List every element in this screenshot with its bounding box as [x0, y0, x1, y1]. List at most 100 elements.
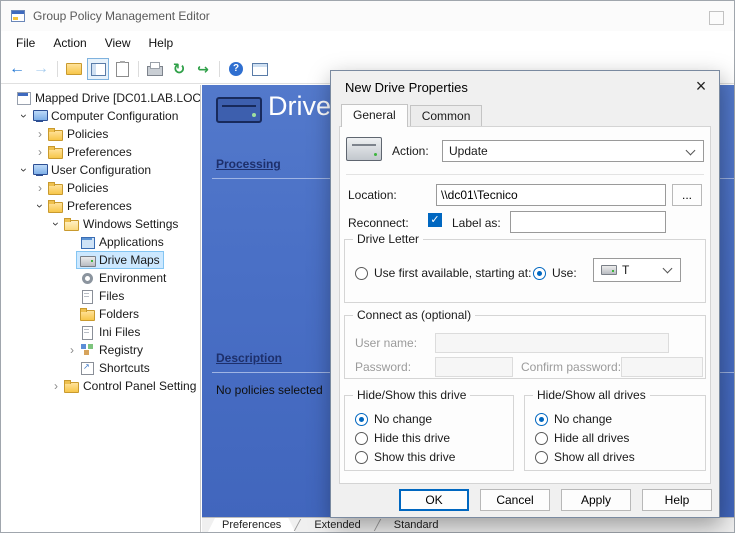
tree-item-label: Shortcuts — [99, 361, 150, 375]
tree-item-environment[interactable]: Environment — [1, 269, 200, 287]
forward-icon[interactable] — [30, 58, 52, 80]
hide-show-all-option-show-all-drives[interactable]: Show all drives — [535, 450, 699, 464]
chevron-down-icon[interactable]: › — [19, 111, 29, 121]
tree-item-label: Windows Settings — [83, 217, 178, 231]
radio-label: Show all drives — [554, 450, 635, 464]
tree-item-applications[interactable]: Applications — [1, 233, 200, 251]
tree-item-body: Mapped Drive [DC01.LAB.LOCA — [13, 90, 201, 106]
tree-item-shortcuts[interactable]: Shortcuts — [1, 359, 200, 377]
hide-show-all-options: No change Hide all drives Show all drives — [535, 412, 699, 464]
tree-item-policies[interactable]: ›Policies — [1, 179, 200, 197]
hide-show-this-option-no-change[interactable]: No change — [355, 412, 507, 426]
blocks-icon — [80, 344, 95, 356]
drive-letter-dropdown[interactable]: T — [593, 258, 681, 282]
ok-button[interactable]: OK — [399, 489, 469, 511]
tree-item-body: Environment — [77, 270, 169, 286]
close-icon[interactable] — [689, 75, 713, 97]
radio-selected-icon — [533, 267, 546, 280]
chevron-right-icon[interactable]: › — [35, 147, 45, 157]
general-tab-page: Action: Update Location: ... Reconnect: … — [339, 126, 711, 484]
chevron-down-icon[interactable]: › — [51, 219, 61, 229]
chevron-down-icon[interactable]: › — [19, 165, 29, 175]
radio-unselected-icon — [535, 451, 548, 464]
chevron-right-icon[interactable]: › — [35, 129, 45, 139]
chevron-down-icon[interactable]: › — [35, 201, 45, 211]
label-as-input[interactable] — [510, 211, 666, 233]
radio-label: Show this drive — [374, 450, 455, 464]
refresh-icon[interactable] — [168, 58, 190, 80]
shortcut-icon — [80, 362, 95, 374]
list-view-icon[interactable] — [249, 58, 271, 80]
bottom-tab-bar: Preferences Extended Standard — [202, 517, 734, 532]
tree-item-control-panel-setting[interactable]: › Control Panel Setting — [1, 377, 200, 395]
maximize-button[interactable] — [709, 11, 724, 25]
tab-common[interactable]: Common — [410, 105, 483, 127]
drive-letter-icon — [601, 265, 617, 275]
description-column-header[interactable]: Description — [216, 351, 282, 365]
menu-item-view[interactable]: View — [96, 32, 140, 54]
radio-label: No change — [554, 412, 612, 426]
chevron-right-icon[interactable]: › — [35, 183, 45, 193]
tree-item-body: Control Panel Setting — [61, 378, 199, 394]
reconnect-checkbox[interactable] — [428, 213, 442, 227]
help-button[interactable]: Help — [642, 489, 712, 511]
export-icon[interactable] — [192, 58, 214, 80]
tab-general[interactable]: General — [341, 104, 408, 127]
tree-item-label: Applications — [99, 235, 164, 249]
apply-button[interactable]: Apply — [561, 489, 631, 511]
location-input[interactable] — [436, 184, 666, 206]
menu-item-help[interactable]: Help — [140, 32, 183, 54]
tree-item-drive-maps[interactable]: Drive Maps — [1, 251, 200, 269]
tree-item-preferences[interactable]: ›Preferences — [1, 143, 200, 161]
tab-extended[interactable]: Extended — [300, 518, 374, 532]
tab-standard[interactable]: Standard — [380, 518, 453, 532]
menu-bar: File Action View Help — [1, 31, 734, 55]
tree-item-body: Preferences — [45, 144, 135, 160]
hide-show-all-option-no-change[interactable]: No change — [535, 412, 699, 426]
tree-item-registry[interactable]: ›Registry — [1, 341, 200, 359]
menu-item-action[interactable]: Action — [44, 32, 95, 54]
console-tree-icon[interactable] — [87, 58, 109, 80]
hide-show-all-group-label: Hide/Show all drives — [533, 388, 650, 402]
tree-item-label: User Configuration — [51, 163, 151, 177]
use-radio[interactable]: Use: — [533, 266, 577, 280]
tree-item-computer-configuration[interactable]: ›Computer Configuration — [1, 107, 200, 125]
action-dropdown[interactable]: Update — [442, 140, 704, 162]
up-folder-icon[interactable] — [63, 58, 85, 80]
tree-item-mapped-drive-dc01-lab-loca[interactable]: Mapped Drive [DC01.LAB.LOCA — [1, 89, 200, 107]
hide-show-this-option-show-this-drive[interactable]: Show this drive — [355, 450, 507, 464]
radio-label: Hide this drive — [374, 431, 450, 445]
tab-preferences[interactable]: Preferences — [208, 518, 295, 532]
tree-item-label: Control Panel Setting — [83, 379, 196, 393]
tree-item-windows-settings[interactable]: › Windows Settings — [1, 215, 200, 233]
hide-show-all-option-hide-all-drives[interactable]: Hide all drives — [535, 431, 699, 445]
connect-as-group-label: Connect as (optional) — [353, 308, 475, 322]
print-icon[interactable] — [144, 58, 166, 80]
folder-icon — [48, 182, 63, 194]
browse-button[interactable]: ... — [672, 184, 702, 206]
tree-item-user-configuration[interactable]: › User Configuration — [1, 161, 200, 179]
radio-selected-icon — [355, 413, 368, 426]
processing-column-header[interactable]: Processing — [216, 157, 281, 171]
chevron-right-icon[interactable]: › — [51, 381, 61, 391]
label-as-label: Label as: — [452, 216, 501, 230]
action-label: Action: — [392, 144, 429, 158]
title-bar: Group Policy Management Editor — [1, 1, 734, 31]
tree-item-files[interactable]: Files — [1, 287, 200, 305]
chevron-right-icon[interactable]: › — [67, 345, 77, 355]
app-icon — [80, 236, 95, 248]
help-icon[interactable] — [225, 58, 247, 80]
clipboard-icon[interactable] — [111, 58, 133, 80]
drive-maps-header-icon — [216, 97, 262, 123]
tree-item-preferences[interactable]: ›Preferences — [1, 197, 200, 215]
hide-show-this-options: No change Hide this drive Show this drive — [355, 412, 507, 464]
hide-show-this-option-hide-this-drive[interactable]: Hide this drive — [355, 431, 507, 445]
use-first-radio[interactable]: Use first available, starting at: — [355, 266, 531, 280]
tree-item-policies[interactable]: ›Policies — [1, 125, 200, 143]
computer-icon — [32, 164, 47, 176]
tree-item-ini-files[interactable]: Ini Files — [1, 323, 200, 341]
tree-item-folders[interactable]: Folders — [1, 305, 200, 323]
menu-item-file[interactable]: File — [7, 32, 44, 54]
back-icon[interactable] — [6, 58, 28, 80]
cancel-button[interactable]: Cancel — [480, 489, 550, 511]
